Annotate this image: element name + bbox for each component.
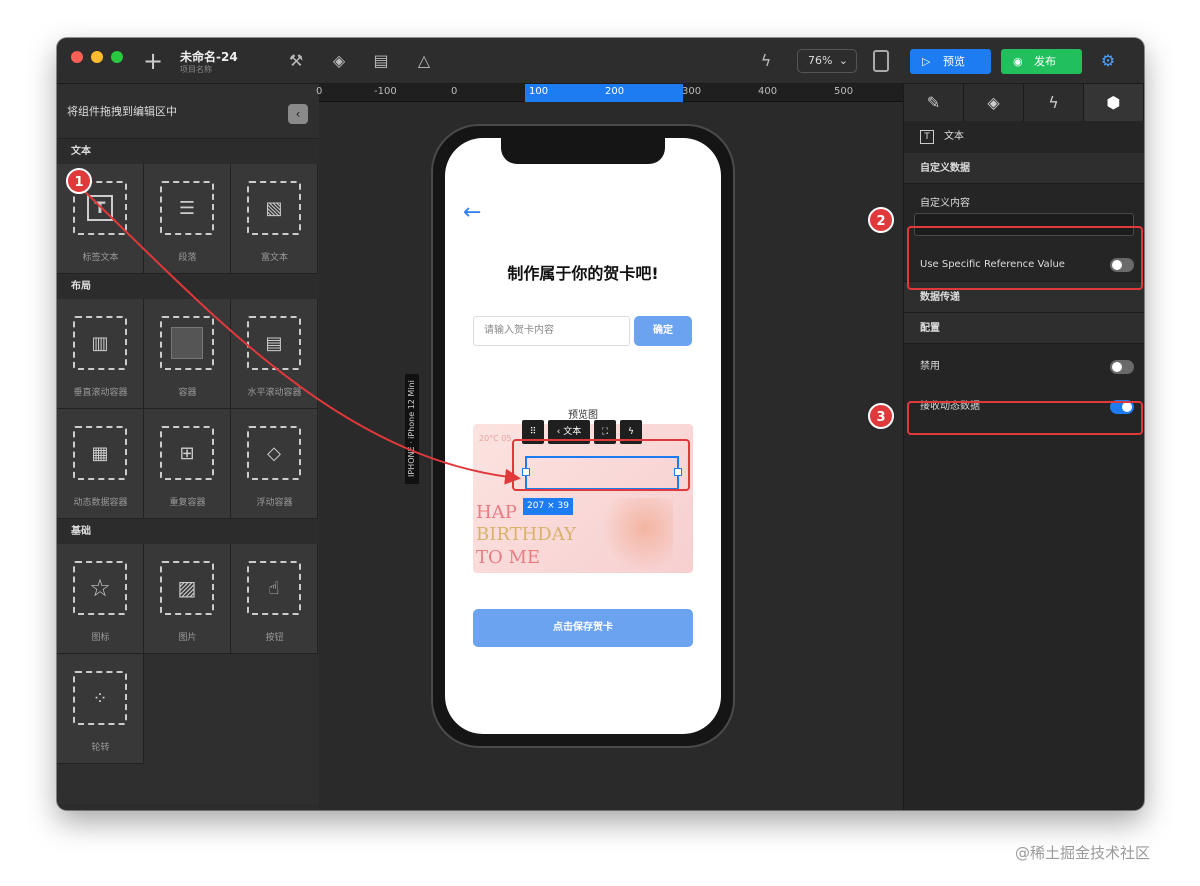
watermark: @稀土掘金技术社区 [1015,844,1151,862]
annotation-badge-1: 1 [66,168,92,194]
app-window: + 未命名-24 项目名称 ⚒ ◈ ▤ △ ϟ 76% ⌄ ▷ 预览 ◉ 发布 ⚙ 将… [57,38,1144,810]
annotation-badge-2: 2 [868,207,894,233]
annotation-arrow [80,187,521,485]
annotation-badge-3: 3 [868,403,894,429]
